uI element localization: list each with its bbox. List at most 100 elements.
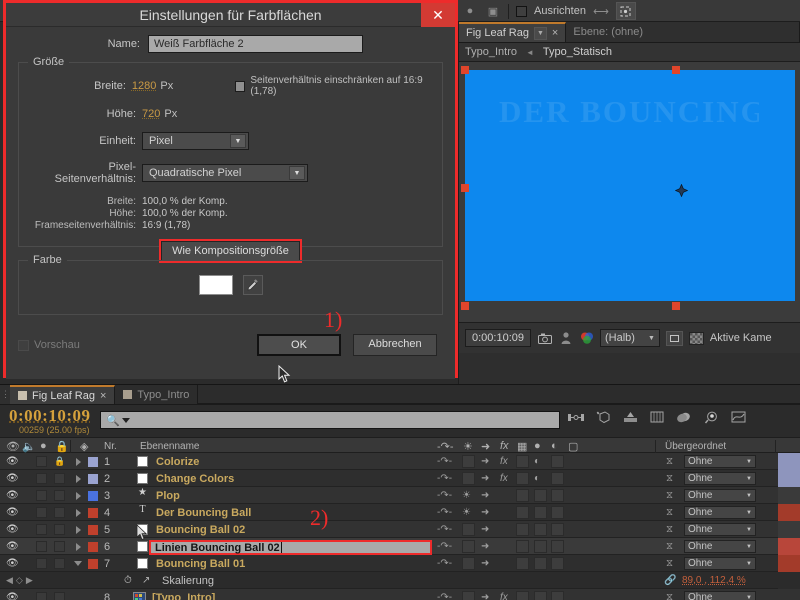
layer-duration-bar[interactable] [778,453,800,470]
table-row[interactable]: 👁 2 Change Colors -↷- ➜ fx ◐ ⧖ Ohne ▼ [0,470,800,487]
solo-toggle[interactable] [36,473,47,484]
quality-toggle[interactable] [462,540,475,553]
name-input[interactable]: Weiß Farbfläche 2 [148,35,363,53]
timeline-tab-typo-intro[interactable]: Typo_Intro [115,385,199,404]
lock-toggle[interactable] [54,490,65,501]
layer-duration-bar[interactable] [778,470,800,487]
frame-blending-icon[interactable] [649,409,665,425]
table-row[interactable]: 👁 8 [Typo_Intro] -↷- ➜ fx ⧖ Ohne ▼ [0,589,800,600]
effects-toggle-icon[interactable]: ➜ [481,487,489,504]
layer-duration-bar[interactable] [778,555,800,572]
layer-mode-icon[interactable]: -↷- [437,555,452,572]
solo-toggle[interactable] [36,558,47,569]
parent-pickwhip-icon[interactable]: ⧖ [666,589,673,600]
layer-duration-bar[interactable] [778,487,800,504]
layer-mode-icon[interactable]: -↷- [437,453,452,470]
composition-canvas[interactable]: DER BOUNCING BALL [465,70,795,301]
motion-blur-toggle-icon[interactable]: ◐ [534,453,540,470]
camera-icon[interactable] [537,331,552,346]
region-of-interest-icon[interactable] [665,330,683,346]
layer-name[interactable]: Colorize [156,453,199,470]
shy-icon[interactable] [676,409,692,425]
layer-name-column-header[interactable]: Ebenenname [140,438,200,454]
layer-duration-bar[interactable] [778,504,800,521]
label-column-icon[interactable]: ◈ [80,438,88,454]
unit-dropdown[interactable]: Pixel ▼ [142,132,249,150]
frame-blend-toggle[interactable] [516,489,529,502]
breadcrumb-parent[interactable]: Typo_Intro [465,46,517,58]
layer-mode-icon[interactable]: -↷- [437,487,452,504]
frame-blend-toggle[interactable] [516,472,529,485]
quality-toggle[interactable] [462,591,475,600]
lock-toggle[interactable] [54,473,65,484]
graph-icon[interactable]: ↗ [142,572,150,589]
layer-visibility-eye-icon[interactable]: 👁 [6,470,19,487]
property-row-skalierung[interactable]: ◀◇▶ ⏱ ↗ Skalierung 🔗 89,0 , 112,4 % [0,572,800,589]
tab-layer-none[interactable]: Ebene: (ohne) [566,22,800,42]
layer-color-swatch[interactable] [88,456,98,467]
parent-pickwhip-icon[interactable]: ⧖ [666,470,673,487]
quality-toggle[interactable] [462,523,475,536]
layer-visibility-eye-icon[interactable]: 👁 [6,521,19,538]
timeline-tab-fig-leaf-rag[interactable]: Fig Leaf Rag × [10,385,116,404]
channels-icon[interactable] [579,331,594,346]
motion-blur-toggle[interactable] [534,523,547,536]
table-row[interactable]: 👁 🔒 1 Colorize -↷- ➜ fx ◐ ⧖ Ohne ▼ [0,453,800,470]
chevron-down-icon[interactable]: ▼ [533,26,547,40]
effects-toggle-icon[interactable]: ➜ [481,453,489,470]
lock-toggle[interactable] [54,524,65,535]
tab-fig-leaf-rag[interactable]: Fig Leaf Rag ▼ × [459,22,567,42]
frame-blend-toggle[interactable] [516,523,529,536]
selection-handle-bl[interactable] [461,302,469,310]
layer-color-swatch[interactable] [88,507,98,518]
selection-handle-ml[interactable] [461,184,469,192]
lock-toggle[interactable]: 🔒 [54,453,65,470]
layer-name[interactable]: Change Colors [156,470,234,487]
adjustment-toggle[interactable] [551,557,564,570]
frame-blend-toggle[interactable] [516,591,529,600]
adjustment-toggle[interactable] [551,591,564,600]
layer-duration-bar[interactable] [778,521,800,538]
motion-path-icon[interactable]: ⟷ [593,3,609,19]
lock-column-icon[interactable]: 🔒 [55,438,69,454]
layer-name[interactable]: Bouncing Ball 01 [156,555,245,572]
align-checkbox[interactable] [516,5,527,17]
layer-visibility-eye-icon[interactable]: 👁 [6,487,19,504]
layer-visibility-eye-icon[interactable]: 👁 [6,555,19,572]
table-row[interactable]: 👁 3 ★ Plop -↷- ☀ ➜ ⧖ Ohne ▼ [0,487,800,504]
solo-toggle[interactable] [36,456,47,467]
comp-timecode[interactable]: 0:00:10:09 [465,329,531,347]
motion-blur-icon[interactable] [622,409,638,425]
parent-pickwhip-icon[interactable]: ⧖ [666,487,673,504]
table-row[interactable]: 👁 5 Bouncing Ball 02 -↷- ➜ ⧖ Ohne ▼ [0,521,800,538]
layer-twirl-icon[interactable] [76,542,81,551]
quality-sun-icon[interactable]: ☀ [462,504,471,521]
effects-toggle-icon[interactable]: ➜ [481,470,489,487]
resolution-dropdown[interactable]: (Halb) ▼ [600,329,660,347]
solo-column-icon[interactable]: ● [40,438,47,454]
solo-toggle[interactable] [36,524,47,535]
frame-blend-toggle[interactable] [516,540,529,553]
parent-pickwhip-icon[interactable]: ⧖ [666,555,673,572]
table-row[interactable]: 👁 4 T Der Bouncing Ball -↷- ☀ ➜ ⧖ Ohne ▼ [0,504,800,521]
adjustment-toggle[interactable] [551,540,564,553]
video-column-eye-icon[interactable]: 👁 [6,438,20,454]
layer-color-swatch[interactable] [88,490,98,501]
layer-twirl-icon[interactable] [76,508,81,517]
parent-pickwhip-icon[interactable]: ⧖ [666,504,673,521]
motion-blur-toggle[interactable] [534,591,547,600]
layer-twirl-icon[interactable] [76,457,81,466]
lock-toggle[interactable] [54,592,65,600]
layer-name[interactable]: Plop [156,487,180,504]
solo-toggle[interactable] [36,507,47,518]
adjustment-toggle[interactable] [551,489,564,502]
fx-indicator-icon[interactable]: fx [500,589,508,600]
property-track[interactable] [778,572,800,589]
quality-sun-icon[interactable]: ☀ [462,487,471,504]
composition-mini-flowchart-icon[interactable] [568,409,584,425]
adjustment-toggle[interactable] [551,506,564,519]
selection-handle-tc[interactable] [672,66,680,74]
layer-name[interactable]: Bouncing Ball 02 [156,521,245,538]
layer-mode-icon[interactable]: -↷- [437,538,452,555]
number-column-header[interactable]: Nr. [104,438,117,454]
